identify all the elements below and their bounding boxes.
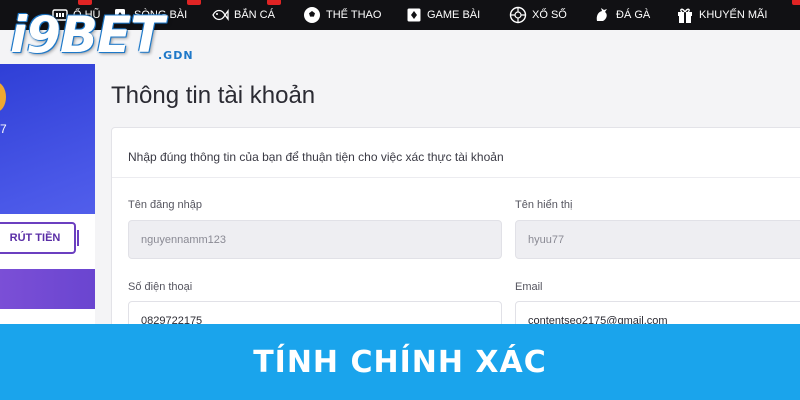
nav-label: THỂ THAO [326,9,382,21]
divider [112,177,800,178]
email-label: Email [515,281,543,293]
sidebar-number: 7 [0,122,7,136]
fish-icon [212,9,229,21]
nav-item-xo-so[interactable]: XỔ SỐ [509,0,567,30]
display-name-field[interactable]: hyuu77 [515,220,800,259]
account-sidebar: 7 RÚT TIỀN [0,64,95,332]
nav-label: KHUYẾN MÃI [699,9,768,21]
card-game-icon [407,8,421,22]
nav-label: XỔ SỐ [532,9,567,21]
sidebar-menu-bar[interactable] [0,269,95,309]
logo-wordmark: i9BET [10,6,164,64]
soccer-ball-icon [304,7,320,23]
nav-item-ban-ca[interactable]: BẮN CÁ [211,0,281,30]
username-label: Tên đăng nhập [128,199,203,211]
logo-domain: .GDN [158,49,194,62]
display-name-label: Tên hiển thị [515,199,573,211]
username-field[interactable]: nguyennamm123 [128,220,502,259]
banner-title: TÍNH CHÍNH XÁC [253,344,547,380]
withdraw-button[interactable]: RÚT TIỀN [0,222,76,254]
phone-label: Số điện thoại [128,281,193,293]
nav-item-khuyen-mai[interactable]: KHUYẾN MÃI [676,0,800,30]
nav-label: ĐÁ GÀ [616,9,651,21]
rooster-icon [596,8,607,21]
hot-badge [792,0,800,5]
hot-badge [267,0,281,5]
nav-item-da-ga[interactable]: ĐÁ GÀ [593,0,650,30]
brand-logo[interactable]: i9BET .GDN [8,4,198,66]
nav-item-the-thao[interactable]: THỂ THAO [303,0,381,30]
panel-description: Nhập đúng thông tin của bạn để thuận tiệ… [128,150,504,164]
caption-banner: TÍNH CHÍNH XÁC [0,324,800,400]
gift-icon [678,8,692,23]
account-info-panel: Nhập đúng thông tin của bạn để thuận tiệ… [111,127,800,347]
nav-item-game-bai[interactable]: GAME BÀI [406,0,480,30]
button-divider [77,230,79,246]
nav-label: BẮN CÁ [234,9,275,21]
lottery-icon [509,6,527,24]
nav-label: GAME BÀI [427,9,481,21]
page-title: Thông tin tài khoản [111,82,316,109]
